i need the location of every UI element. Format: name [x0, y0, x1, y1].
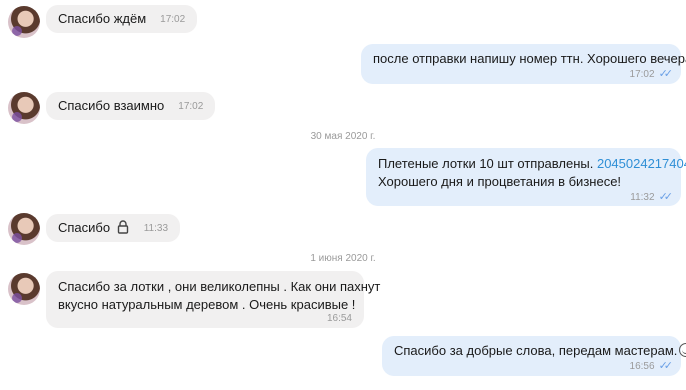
avatar[interactable] [8, 213, 40, 245]
lock-emoji-icon [117, 220, 128, 234]
double-check-icon: ✓✓ [658, 360, 674, 372]
avatar[interactable] [8, 6, 40, 38]
message-incoming: Спасибо взаимно 17:02 [46, 92, 216, 120]
avatar[interactable] [8, 92, 40, 124]
double-check-icon: ✓✓ [658, 68, 674, 80]
message-text: после отправки напишу номер ттн. Хорошег… [373, 51, 686, 66]
message-text: Спасибо за лотки , они великолепны . Как… [58, 279, 381, 294]
message-time: 16:56 [629, 361, 655, 372]
double-check-icon: ✓✓ [658, 191, 674, 203]
message-time: 11:33 [143, 222, 169, 234]
message-incoming: Спасибо 11:33 [46, 214, 181, 242]
message-text: Спасибо за добрые слова, передам мастера… [394, 343, 678, 358]
message-incoming: Спасибо за лотки , они великолепны . Как… [46, 271, 381, 328]
message-text: Хорошего дня и процветания в бизнесе! [378, 174, 622, 189]
date-separator: 30 мая 2020 г. [310, 131, 376, 142]
message-outgoing: после отправки напишу номер ттн. Хорошег… [361, 44, 686, 84]
message-time: 16:54 [326, 312, 352, 324]
tracking-number-link[interactable]: 20450242174047 [597, 156, 686, 171]
message-text: Спасибо [58, 220, 111, 235]
message-time: 17:02 [178, 100, 204, 112]
message-text: Спасибо взаимно [58, 98, 165, 113]
avatar[interactable] [8, 273, 40, 305]
message-text: Спасибо ждём [58, 11, 147, 26]
message-outgoing: Спасибо за добрые слова, передам мастера… [382, 336, 686, 376]
date-separator: 1 июня 2020 г. [310, 253, 376, 264]
smiley-icon [679, 343, 686, 357]
message-time: 17:02 [629, 69, 655, 80]
message-time: 11:32 [630, 192, 655, 203]
message-text: Плетеные лотки 10 шт отправлены. [378, 156, 597, 171]
message-incoming: Спасибо ждём 17:02 [46, 5, 198, 33]
message-time: 17:02 [160, 13, 186, 25]
message-text: вкусно натуральным деревом . Очень краси… [58, 297, 356, 312]
message-outgoing: Плетеные лотки 10 шт отправлены. 2045024… [366, 148, 686, 206]
